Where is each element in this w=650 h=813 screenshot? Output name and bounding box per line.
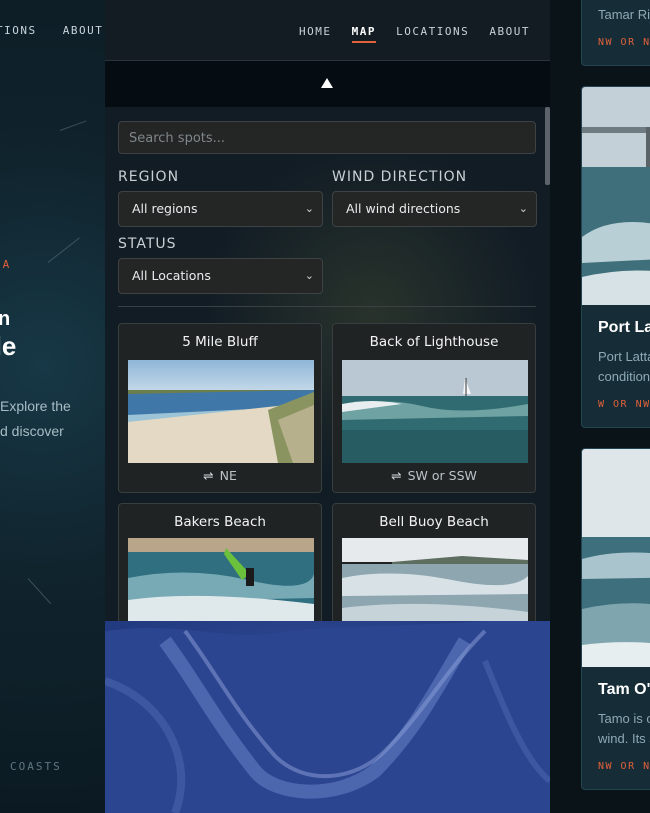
- spot-photo: [128, 538, 314, 621]
- spot-filter-panel: Search spots... REGION All regions ⌄ WIN…: [105, 107, 550, 621]
- spot-wind-direction: NE: [219, 468, 237, 483]
- chevron-down-icon: ⌄: [304, 269, 314, 282]
- status-select[interactable]: All Locations ⌄: [118, 258, 323, 294]
- nav-about[interactable]: ABOUT: [489, 25, 530, 38]
- wind-direction-select[interactable]: All wind directions ⌄: [332, 191, 537, 227]
- spot-card-title: Back of Lighthouse: [369, 334, 499, 350]
- location-card-wind-tag: W OR NW: [598, 399, 650, 410]
- right-locations-list: Tamar Riv NW OR NE Port La Port Latta co…: [550, 0, 650, 813]
- hero-heading-line: n: [0, 308, 11, 330]
- status-select-value: All Locations: [132, 268, 211, 283]
- spot-card[interactable]: Bell Buoy Beach: [332, 503, 536, 621]
- spot-card-title: Bell Buoy Beach: [379, 514, 489, 530]
- spot-wind: ⇌ SW or SSW: [333, 468, 535, 483]
- chevron-down-icon: ⌄: [518, 202, 528, 215]
- filter-divider: [118, 306, 536, 307]
- wind-icon: ⇌: [391, 468, 402, 483]
- location-card-wind-tag: NW OR NE: [598, 37, 650, 48]
- spot-wind: ⇌ NE: [119, 468, 321, 483]
- location-card-description: Port Latta condition: [598, 347, 650, 387]
- location-card-wind-tag: NW OR NN: [598, 761, 650, 772]
- hero-footer-text: COASTS: [10, 760, 62, 773]
- location-card-title: Tam O': [598, 681, 650, 698]
- decorative-streak: [59, 120, 87, 131]
- search-input[interactable]: Search spots...: [118, 121, 536, 154]
- top-nav-bar: HOME MAP LOCATIONS ABOUT: [105, 0, 550, 61]
- left-nav: TIONS ABOUT: [0, 24, 105, 37]
- spot-card-title: 5 Mile Bluff: [182, 334, 258, 350]
- hero-description-line: Explore the: [0, 398, 71, 414]
- location-card-title: Port La: [598, 319, 650, 336]
- wind-direction-label: WIND DIRECTION: [332, 169, 468, 185]
- left-background-page: TIONS ABOUT IA n de Explore the d discov…: [0, 0, 105, 813]
- region-select-value: All regions: [132, 201, 198, 216]
- location-card[interactable]: Tamar Riv NW OR NE: [581, 0, 650, 66]
- left-nav-about[interactable]: ABOUT: [63, 24, 104, 37]
- spot-card-title: Bakers Beach: [174, 514, 266, 530]
- spot-photo: [342, 538, 528, 621]
- decorative-streak: [27, 578, 52, 605]
- chevron-down-icon: ⌄: [304, 202, 314, 215]
- spot-card[interactable]: 5 Mile Bluff ⇌ NE: [118, 323, 322, 493]
- wind-direction-select-value: All wind directions: [346, 201, 461, 216]
- triangle-up-icon: [321, 78, 333, 88]
- location-card-description: Tamar Riv: [598, 7, 650, 22]
- nav-locations[interactable]: LOCATIONS: [396, 25, 469, 38]
- nav-map[interactable]: MAP: [351, 25, 377, 43]
- hero-heading: n de: [0, 308, 16, 362]
- map-view: HOME MAP LOCATIONS ABOUT Search spots...…: [105, 0, 550, 813]
- hero-description: Explore the d discover: [0, 394, 71, 444]
- location-card-description-line: condition: [598, 369, 650, 384]
- spot-card[interactable]: Back of Lighthouse ⇌ SW or SSW: [332, 323, 536, 493]
- location-card-description-line: Tamo is o: [598, 711, 650, 726]
- region-select[interactable]: All regions ⌄: [118, 191, 323, 227]
- location-photo: [582, 87, 650, 305]
- spot-wind-direction: SW or SSW: [407, 468, 477, 483]
- location-card-description-line: Port Latta: [598, 349, 650, 364]
- status-label: STATUS: [118, 236, 177, 252]
- spot-photo: [342, 360, 528, 463]
- spot-card[interactable]: Bakers Beach: [118, 503, 322, 621]
- left-nav-locations[interactable]: TIONS: [0, 24, 37, 37]
- region-label: REGION: [118, 169, 180, 185]
- satellite-map[interactable]: [105, 621, 550, 813]
- hero-eyebrow: IA: [0, 258, 12, 271]
- location-card-description-line: wind. Its s: [598, 731, 650, 746]
- location-card[interactable]: Tam O' Tamo is o wind. Its s NW OR NN: [581, 448, 650, 790]
- location-card[interactable]: Port La Port Latta condition W OR NW: [581, 86, 650, 428]
- location-card-description: Tamo is o wind. Its s: [598, 709, 650, 749]
- panel-toggle-button[interactable]: [105, 61, 550, 107]
- decorative-streak: [47, 237, 80, 263]
- location-photo: [582, 449, 650, 667]
- main-nav: HOME MAP LOCATIONS ABOUT: [287, 25, 530, 43]
- nav-home[interactable]: HOME: [299, 25, 332, 38]
- hero-description-line: d discover: [0, 423, 64, 439]
- spot-photo: [128, 360, 314, 463]
- wind-icon: ⇌: [203, 468, 214, 483]
- hero-heading-line: de: [0, 331, 17, 361]
